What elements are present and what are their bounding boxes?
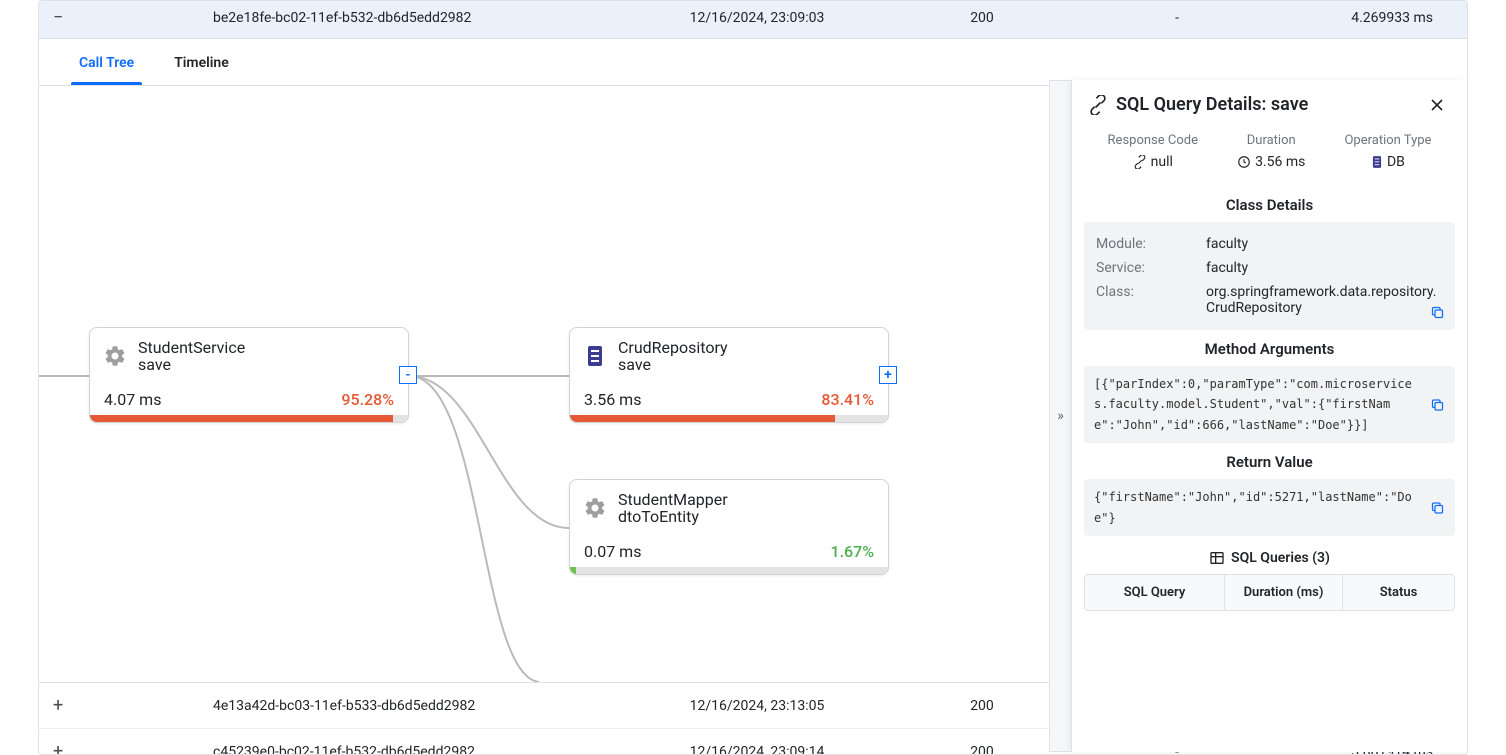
node-method-name: save bbox=[618, 355, 728, 374]
return-value-box: {"firstName":"John","id":5271,"lastName"… bbox=[1084, 479, 1455, 536]
gear-icon bbox=[582, 495, 608, 521]
trace-id: be2e18fe-bc02-11ef-b532-db6d5edd2982 bbox=[67, 10, 627, 26]
class-label: Class: bbox=[1096, 284, 1206, 316]
node-time: 3.56 ms bbox=[584, 390, 641, 409]
sql-col-query: SQL Query bbox=[1085, 575, 1225, 610]
trace-duration: 4.269933 ms bbox=[1277, 10, 1453, 26]
class-value: org.springframework.data.repository.Crud… bbox=[1206, 284, 1443, 316]
class-details-title: Class Details bbox=[1084, 186, 1455, 222]
meta-row: Response Code null Duration 3.56 ms bbox=[1084, 127, 1455, 186]
node-percentage: 83.41% bbox=[821, 390, 874, 409]
sql-col-duration: Duration (ms) bbox=[1225, 575, 1343, 610]
response-code-value: null bbox=[1151, 154, 1173, 170]
node-crudrepository-save[interactable]: CrudRepository save 3.56 ms 83.41% + bbox=[569, 327, 889, 423]
method-args-box: [{"parIndex":0,"paramType":"com.microser… bbox=[1084, 366, 1455, 443]
trace-timestamp: 12/16/2024, 23:13:05 bbox=[627, 698, 887, 714]
node-progress-fill bbox=[570, 567, 576, 574]
selected-trace-row[interactable]: − be2e18fe-bc02-11ef-b532-db6d5edd2982 1… bbox=[39, 1, 1467, 39]
copy-return-button[interactable] bbox=[1430, 500, 1445, 515]
node-percentage: 1.67% bbox=[830, 542, 874, 561]
sql-queries-title: SQL Queries (3) bbox=[1231, 550, 1330, 566]
trace-status: 200 bbox=[887, 10, 1077, 26]
copy-args-button[interactable] bbox=[1430, 397, 1445, 412]
plug-icon bbox=[1088, 95, 1108, 115]
plug-icon bbox=[1133, 155, 1147, 169]
collapse-panel-button[interactable]: » bbox=[1049, 80, 1071, 752]
gear-icon bbox=[102, 343, 128, 369]
module-value: faculty bbox=[1206, 236, 1443, 252]
database-icon bbox=[582, 343, 608, 369]
node-method-name: dtoToEntity bbox=[618, 507, 728, 526]
close-panel-button[interactable] bbox=[1423, 95, 1451, 115]
method-args-title: Method Arguments bbox=[1084, 330, 1455, 366]
trace-timestamp: 12/16/2024, 23:09:14 bbox=[627, 744, 887, 755]
database-icon bbox=[1371, 155, 1383, 169]
node-studentmapper-dtotoentity[interactable]: StudentMapper dtoToEntity 0.07 ms 1.67% bbox=[569, 479, 889, 575]
node-progress-fill bbox=[570, 415, 835, 422]
return-value-title: Return Value bbox=[1084, 443, 1455, 479]
module-label: Module: bbox=[1096, 236, 1206, 252]
method-args-value: [{"parIndex":0,"paramType":"com.microser… bbox=[1094, 377, 1412, 432]
collapse-node-button[interactable]: - bbox=[399, 366, 417, 384]
sql-queries-header: SQL Queries (3) bbox=[1084, 536, 1455, 574]
node-percentage: 95.28% bbox=[341, 390, 394, 409]
clock-icon bbox=[1237, 155, 1251, 169]
panel-title: SQL Query Details: save bbox=[1116, 94, 1423, 115]
service-label: Service: bbox=[1096, 260, 1206, 276]
trace-timestamp: 12/16/2024, 23:09:03 bbox=[627, 10, 887, 26]
sql-queries-table: SQL Query Duration (ms) Status bbox=[1084, 574, 1455, 611]
node-time: 4.07 ms bbox=[104, 390, 161, 409]
node-studentservice-save[interactable]: StudentService save 4.07 ms 95.28% - bbox=[89, 327, 409, 423]
duration-label: Duration bbox=[1237, 133, 1305, 148]
trace-id: c45239e0-bc02-11ef-b532-db6d5edd2982 bbox=[67, 744, 627, 755]
operation-type-value: DB bbox=[1387, 154, 1405, 170]
copy-class-button[interactable] bbox=[1430, 305, 1445, 320]
table-icon bbox=[1209, 550, 1225, 566]
duration-value: 3.56 ms bbox=[1255, 154, 1305, 170]
node-progress-fill bbox=[90, 415, 393, 422]
service-value: faculty bbox=[1206, 260, 1443, 276]
class-details-box: Module: faculty Service: faculty Class: … bbox=[1084, 222, 1455, 330]
sql-col-status: Status bbox=[1343, 575, 1454, 610]
tab-timeline[interactable]: Timeline bbox=[154, 39, 249, 85]
operation-type-label: Operation Type bbox=[1344, 133, 1431, 148]
trace-id: 4e13a42d-bc03-11ef-b533-db6d5edd2982 bbox=[67, 698, 627, 714]
expand-node-button[interactable]: + bbox=[879, 366, 897, 384]
chevron-right-double-icon: » bbox=[1057, 408, 1064, 424]
tab-bar: Call Tree Timeline bbox=[39, 39, 1467, 86]
collapse-row-button[interactable]: − bbox=[53, 7, 67, 28]
node-time: 0.07 ms bbox=[584, 542, 641, 561]
expand-row-button[interactable]: + bbox=[53, 695, 67, 716]
return-value-text: {"firstName":"John","id":5271,"lastName"… bbox=[1094, 490, 1412, 524]
expand-row-button[interactable]: + bbox=[53, 741, 67, 755]
response-code-label: Response Code bbox=[1108, 133, 1198, 148]
node-method-name: save bbox=[138, 355, 245, 374]
trace-placeholder: - bbox=[1077, 10, 1277, 26]
details-panel: SQL Query Details: save Response Code nu… bbox=[1071, 80, 1467, 752]
tab-call-tree[interactable]: Call Tree bbox=[59, 39, 154, 85]
